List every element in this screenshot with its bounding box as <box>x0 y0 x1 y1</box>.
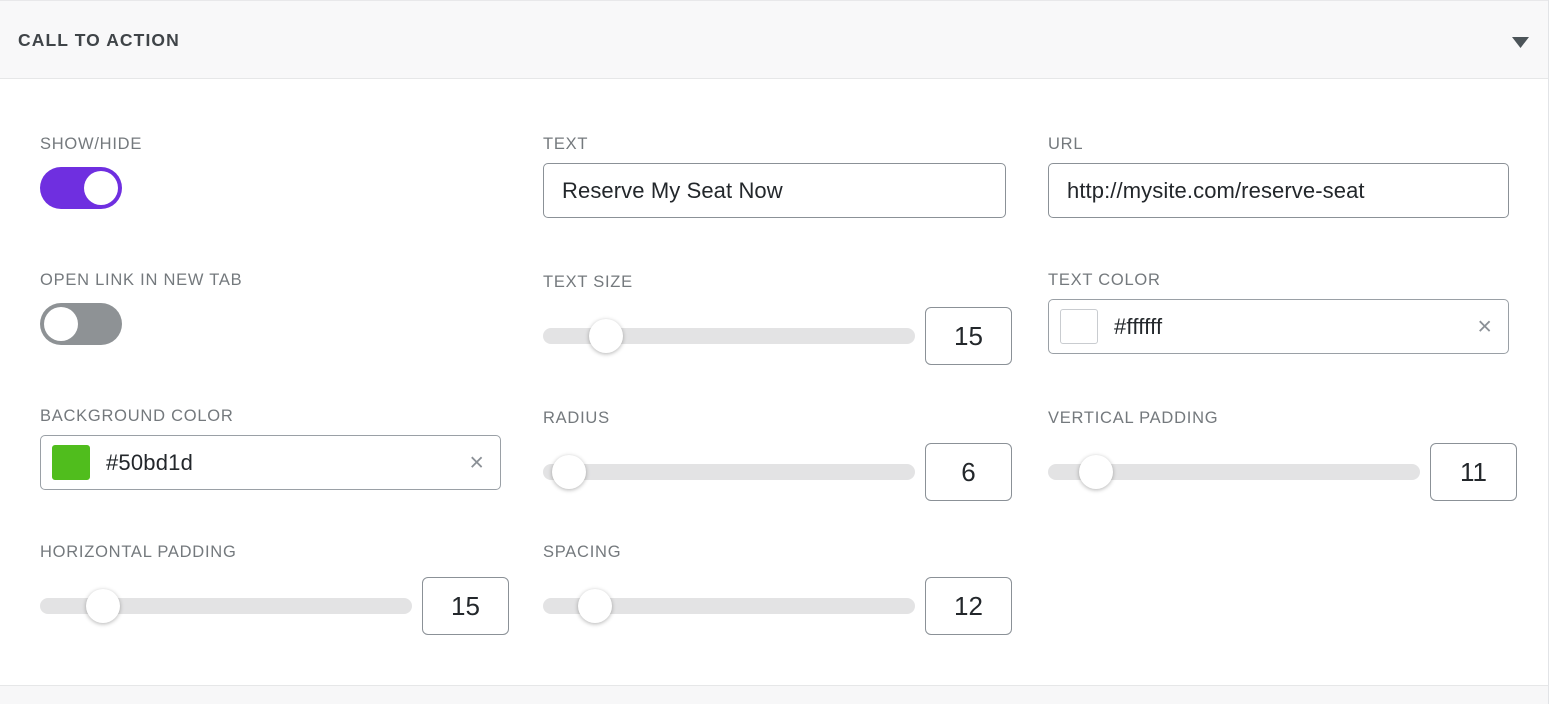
vertical-padding-control: 11 <box>1048 443 1517 501</box>
field-vertical-padding: VERTICAL PADDING 11 <box>1048 409 1517 501</box>
settings-body: SHOW/HIDE TEXT Reserve My Seat Now URL h… <box>0 79 1549 685</box>
radius-slider[interactable] <box>543 455 915 489</box>
spacing-slider[interactable] <box>543 589 915 623</box>
spacing-value[interactable]: 12 <box>925 577 1012 635</box>
clear-icon[interactable]: × <box>469 450 484 475</box>
slider-thumb[interactable] <box>86 589 121 623</box>
panel-footer <box>0 686 1549 704</box>
field-text-size: TEXT SIZE 15 <box>543 273 1012 365</box>
radius-control: 6 <box>543 443 1012 501</box>
open-link-new-tab-label: OPEN LINK IN NEW TAB <box>40 271 243 289</box>
field-radius: RADIUS 6 <box>543 409 1012 501</box>
radius-value[interactable]: 6 <box>925 443 1012 501</box>
horizontal-padding-value[interactable]: 15 <box>422 577 509 635</box>
section-header[interactable]: CALL TO ACTION <box>0 0 1549 79</box>
horizontal-padding-slider[interactable] <box>40 589 412 623</box>
url-input[interactable]: http://mysite.com/reserve-seat <box>1048 163 1509 218</box>
field-text-color: TEXT COLOR #ffffff × <box>1048 271 1509 354</box>
horizontal-padding-label: HORIZONTAL PADDING <box>40 543 237 561</box>
toggle-knob <box>84 171 118 205</box>
background-color-value: #50bd1d <box>106 449 194 475</box>
text-input[interactable]: Reserve My Seat Now <box>543 163 1006 218</box>
slider-thumb[interactable] <box>578 589 613 623</box>
page-title: CALL TO ACTION <box>18 30 180 50</box>
field-open-link-new-tab: OPEN LINK IN NEW TAB <box>40 271 242 345</box>
text-color-label: TEXT COLOR <box>1048 271 1161 289</box>
slider-thumb[interactable] <box>589 319 624 353</box>
background-color-input[interactable]: #50bd1d × <box>40 435 501 490</box>
text-label: TEXT <box>543 135 589 153</box>
radius-label: RADIUS <box>543 409 610 427</box>
slider-thumb[interactable] <box>1079 455 1114 489</box>
text-color-input[interactable]: #ffffff × <box>1048 299 1509 354</box>
field-text: TEXT Reserve My Seat Now <box>543 135 1006 218</box>
vertical-padding-value[interactable]: 11 <box>1430 443 1517 501</box>
field-show-hide: SHOW/HIDE <box>40 135 142 209</box>
clear-icon[interactable]: × <box>1477 314 1492 339</box>
horizontal-padding-control: 15 <box>40 577 509 635</box>
vertical-padding-label: VERTICAL PADDING <box>1048 409 1219 427</box>
text-size-control: 15 <box>543 307 1012 365</box>
toggle-knob <box>44 307 78 341</box>
chevron-down-icon[interactable] <box>1509 31 1531 53</box>
url-label: URL <box>1048 135 1084 153</box>
vertical-padding-slider[interactable] <box>1048 455 1420 489</box>
field-background-color: BACKGROUND COLOR #50bd1d × <box>40 407 501 490</box>
panel-right-edge <box>1548 0 1556 704</box>
text-color-value: #ffffff <box>1114 313 1163 339</box>
text-color-swatch[interactable] <box>1060 309 1098 344</box>
field-url: URL http://mysite.com/reserve-seat <box>1048 135 1509 218</box>
show-hide-label: SHOW/HIDE <box>40 135 143 153</box>
show-hide-toggle[interactable] <box>40 167 122 209</box>
text-size-label: TEXT SIZE <box>543 273 633 291</box>
spacing-label: SPACING <box>543 543 622 561</box>
background-color-label: BACKGROUND COLOR <box>40 407 234 425</box>
open-link-new-tab-toggle[interactable] <box>40 303 122 345</box>
field-spacing: SPACING 12 <box>543 543 1012 635</box>
text-size-slider[interactable] <box>543 319 915 353</box>
spacing-control: 12 <box>543 577 1012 635</box>
background-color-swatch[interactable] <box>52 445 90 480</box>
text-size-value[interactable]: 15 <box>925 307 1012 365</box>
call-to-action-settings-panel: CALL TO ACTION SHOW/HIDE TEXT Reserve My… <box>0 0 1556 704</box>
slider-thumb[interactable] <box>552 455 587 489</box>
field-horizontal-padding: HORIZONTAL PADDING 15 <box>40 543 509 635</box>
